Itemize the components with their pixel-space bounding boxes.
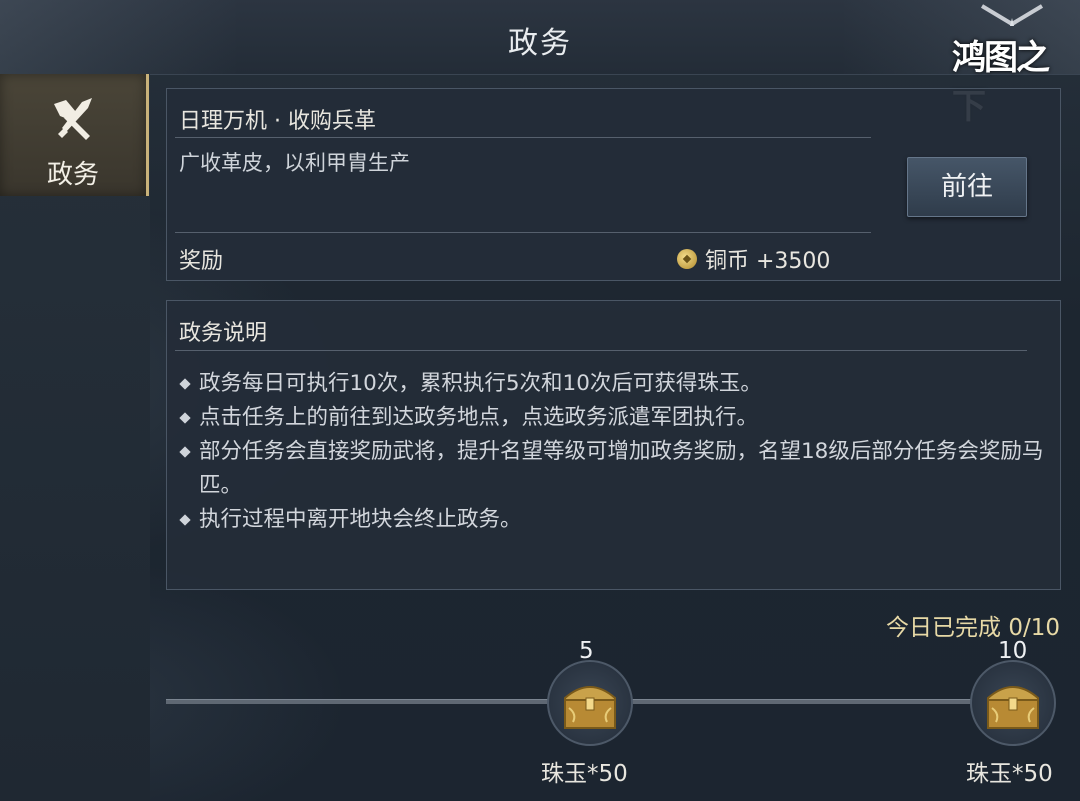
page-title: 政务 xyxy=(508,26,572,61)
daily-progress-text: 今日已完成 0/10 xyxy=(886,615,1060,641)
top-header: 政务 鸿图之下 xyxy=(0,0,1080,127)
diamond-bullet-icon xyxy=(179,446,191,458)
chest-reward: 珠玉*50 xyxy=(541,761,628,787)
chest-reward: 珠玉*50 xyxy=(966,761,1053,787)
go-button[interactable]: 前往 xyxy=(907,157,1027,217)
diamond-bullet-icon xyxy=(179,412,191,424)
sidebar: 政务 xyxy=(0,74,150,801)
sidebar-item-label: 政务 xyxy=(46,160,99,190)
game-logo: 鸿图之下 xyxy=(952,4,1072,127)
rule-item: 执行过程中离开地块会终止政务。 xyxy=(179,503,1049,537)
divider xyxy=(175,232,871,233)
task-title: 日理万机 · 收购兵革 xyxy=(179,109,376,134)
rules-list: 政务每日可执行10次，累积执行5次和10次后可获得珠玉。 点击任务上的前往到达政… xyxy=(179,367,1049,537)
rule-item: 政务每日可执行10次，累积执行5次和10次后可获得珠玉。 xyxy=(179,367,1049,401)
copper-coin-icon xyxy=(677,249,697,269)
divider xyxy=(175,350,1027,351)
diamond-bullet-icon xyxy=(179,514,191,526)
sidebar-item-government-affairs[interactable]: 政务 xyxy=(0,74,149,196)
instructions-panel: 政务说明 政务每日可执行10次，累积执行5次和10次后可获得珠玉。 点击任务上的… xyxy=(166,300,1061,590)
treasure-chest-icon xyxy=(987,686,1039,729)
treasure-chest-10[interactable] xyxy=(970,660,1056,746)
reward-label: 奖励 xyxy=(179,249,224,274)
reward-value: 铜币 +3500 xyxy=(677,243,830,275)
treasure-chest-5[interactable] xyxy=(547,660,633,746)
treasure-chest-icon xyxy=(564,686,616,729)
reward-amount: 铜币 +3500 xyxy=(705,249,831,274)
brush-quill-icon xyxy=(54,98,92,140)
rule-item: 点击任务上的前往到达政务地点，点选政务派遣军团执行。 xyxy=(179,401,1049,435)
task-description: 广收革皮，以利甲胄生产 xyxy=(179,151,410,175)
diamond-bullet-icon xyxy=(179,378,191,390)
divider xyxy=(175,137,871,138)
task-card: 日理万机 · 收购兵革 广收革皮，以利甲胄生产 奖励 铜币 +3500 前往 xyxy=(166,88,1061,281)
rule-item: 部分任务会直接奖励武将，提升名望等级可增加政务奖励，名望18级后部分任务会奖励马… xyxy=(179,435,1049,503)
instructions-title: 政务说明 xyxy=(179,321,268,346)
